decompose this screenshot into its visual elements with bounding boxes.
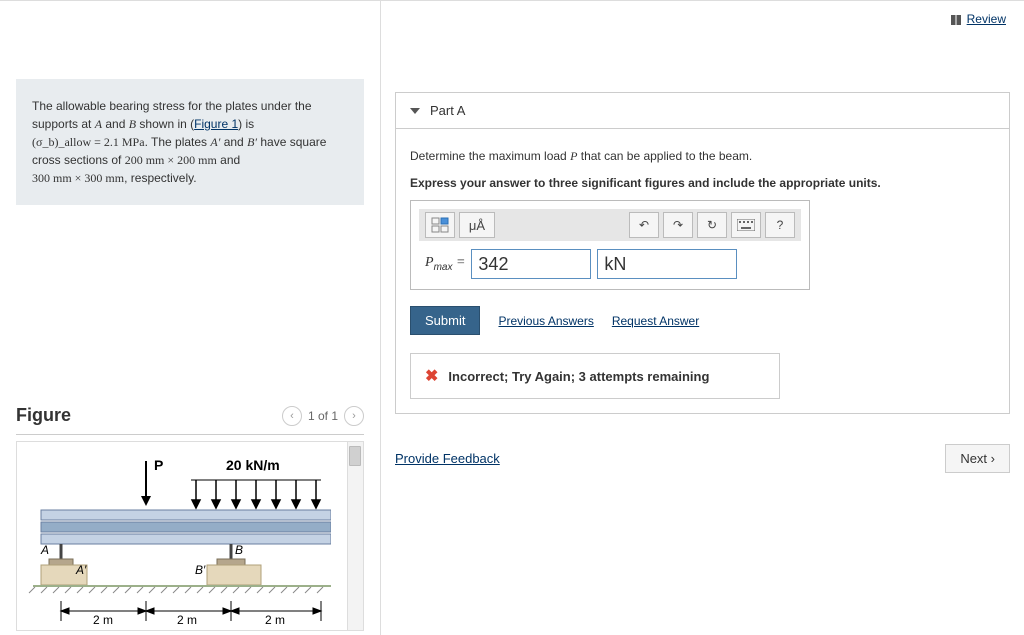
text: and [220, 135, 247, 149]
pmax-label: Pmax = [425, 255, 465, 273]
review-icon [951, 15, 961, 25]
submit-button[interactable]: Submit [410, 306, 480, 335]
units-button[interactable]: μÅ [459, 212, 495, 238]
redo-button[interactable]: ↷ [663, 212, 693, 238]
part-a-header[interactable]: Part A [395, 92, 1010, 128]
answer-input-panel: μÅ ↶ ↷ ↻ ? Pmax = [410, 200, 810, 290]
question-suffix: that can be applied to the beam. [577, 149, 752, 163]
previous-answers-link[interactable]: Previous Answers [498, 314, 593, 328]
figure-link[interactable]: Figure 1 [194, 117, 238, 131]
sigma-expr: (σ_b)_allow = 2.1 MPa [32, 135, 145, 149]
input-toolbar: μÅ ↶ ↷ ↻ ? [419, 209, 801, 241]
var-B: B [129, 117, 136, 131]
figure-prev-button[interactable]: ‹ [282, 406, 302, 426]
svg-text:A′: A′ [75, 563, 87, 577]
svg-text:B: B [235, 543, 243, 557]
text: shown in ( [136, 117, 194, 131]
svg-text:2 m: 2 m [177, 613, 197, 626]
var-Aprime: A′ [210, 135, 220, 149]
provide-feedback-link[interactable]: Provide Feedback [395, 451, 500, 466]
svg-text:20 kN/m: 20 kN/m [226, 457, 280, 473]
figure-next-button[interactable]: › [344, 406, 364, 426]
figure-title: Figure [16, 405, 71, 426]
size1: 200 mm × 200 mm [125, 153, 217, 167]
collapse-icon [410, 108, 420, 114]
svg-text:P: P [154, 457, 163, 473]
problem-statement: The allowable bearing stress for the pla… [16, 79, 364, 205]
help-button[interactable]: ? [765, 212, 795, 238]
svg-text:2 m: 2 m [93, 613, 113, 626]
templates-button[interactable] [425, 212, 455, 238]
var-A: A [95, 117, 102, 131]
beam-figure: P 20 kN/m [21, 446, 331, 626]
figure-counter: 1 of 1 [308, 409, 338, 423]
text: and [102, 117, 129, 131]
feedback-message: ✖ Incorrect; Try Again; 3 attempts remai… [410, 353, 780, 399]
svg-text:A: A [40, 543, 49, 557]
undo-button[interactable]: ↶ [629, 212, 659, 238]
part-a-body: Determine the maximum load P that can be… [395, 128, 1010, 414]
svg-text:2 m: 2 m [265, 613, 285, 626]
text: , respectively. [124, 171, 196, 185]
feedback-text: Incorrect; Try Again; 3 attempts remaini… [448, 369, 709, 384]
units-input[interactable] [597, 249, 737, 279]
keyboard-button[interactable] [731, 212, 761, 238]
instruction-text: Express your answer to three significant… [410, 176, 995, 190]
next-button[interactable]: Next › [945, 444, 1010, 473]
request-answer-link[interactable]: Request Answer [612, 314, 699, 328]
reset-button[interactable]: ↻ [697, 212, 727, 238]
svg-text:B′: B′ [195, 563, 206, 577]
question-prefix: Determine the maximum load [410, 149, 570, 163]
review-link[interactable]: Review [967, 12, 1006, 26]
part-a-title: Part A [430, 103, 465, 118]
text: . The plates [145, 135, 211, 149]
incorrect-icon: ✖ [425, 366, 438, 386]
var-Bprime: B′ [247, 135, 257, 149]
value-input[interactable] [471, 249, 591, 279]
size2: 300 mm × 300 mm [32, 171, 124, 185]
figure-panel: P 20 kN/m [16, 441, 364, 631]
figure-scrollbar[interactable] [347, 442, 363, 630]
text: ) is [238, 117, 254, 131]
text: and [217, 153, 240, 167]
